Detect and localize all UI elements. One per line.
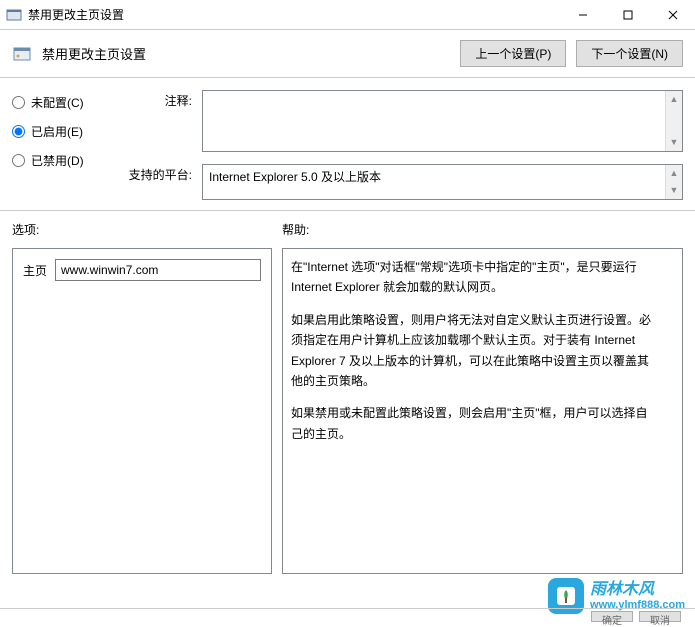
help-paragraph-2: 如果启用此策略设置，则用户将无法对自定义默认主页进行设置。必须指定在用户计算机上… (291, 310, 658, 392)
radio-enabled[interactable]: 已启用(E) (12, 123, 102, 140)
cancel-button[interactable]: 取消 (639, 611, 681, 622)
radio-not-configured-input[interactable] (12, 96, 25, 109)
watermark-brand: 雨林木风 (590, 581, 685, 599)
platform-box: Internet Explorer 5.0 及以上版本 ▲▼ (202, 164, 683, 200)
previous-setting-button[interactable]: 上一个设置(P) (460, 40, 566, 67)
help-paragraph-1: 在"Internet 选项"对话框"常规"选项卡中指定的"主页"，是只要运行 I… (291, 257, 658, 298)
radio-disabled[interactable]: 已禁用(D) (12, 152, 102, 169)
platform-text: Internet Explorer 5.0 及以上版本 (209, 170, 381, 184)
comment-textarea[interactable]: ▲▼ (202, 90, 683, 152)
app-icon (6, 7, 22, 23)
homepage-input[interactable] (55, 259, 261, 281)
help-section-label: 帮助: (282, 221, 309, 238)
options-panel: 主页 (12, 248, 272, 574)
window-title: 禁用更改主页设置 (28, 6, 560, 23)
homepage-field-label: 主页 (23, 262, 47, 279)
radio-disabled-input[interactable] (12, 154, 25, 167)
radio-not-configured-label: 未配置(C) (31, 94, 84, 111)
comment-label: 注释: (122, 90, 192, 109)
confirm-button[interactable]: 确定 (591, 611, 633, 622)
next-setting-button[interactable]: 下一个设置(N) (576, 40, 683, 67)
scrollbar[interactable]: ▲▼ (665, 91, 682, 151)
options-section-label: 选项: (12, 221, 272, 238)
close-button[interactable] (650, 0, 695, 30)
help-paragraph-3: 如果禁用或未配置此策略设置，则会启用"主页"框，用户可以选择自己的主页。 (291, 403, 658, 444)
radio-not-configured[interactable]: 未配置(C) (12, 94, 102, 111)
help-panel: 在"Internet 选项"对话框"常规"选项卡中指定的"主页"，是只要运行 I… (282, 248, 683, 574)
radio-enabled-label: 已启用(E) (31, 123, 83, 140)
page-title: 禁用更改主页设置 (42, 44, 450, 63)
scrollbar[interactable]: ▲▼ (665, 165, 682, 199)
policy-icon (12, 44, 32, 64)
radio-enabled-input[interactable] (12, 125, 25, 138)
maximize-button[interactable] (605, 0, 650, 30)
radio-disabled-label: 已禁用(D) (31, 152, 84, 169)
minimize-button[interactable] (560, 0, 605, 30)
platform-label: 支持的平台: (122, 164, 192, 183)
